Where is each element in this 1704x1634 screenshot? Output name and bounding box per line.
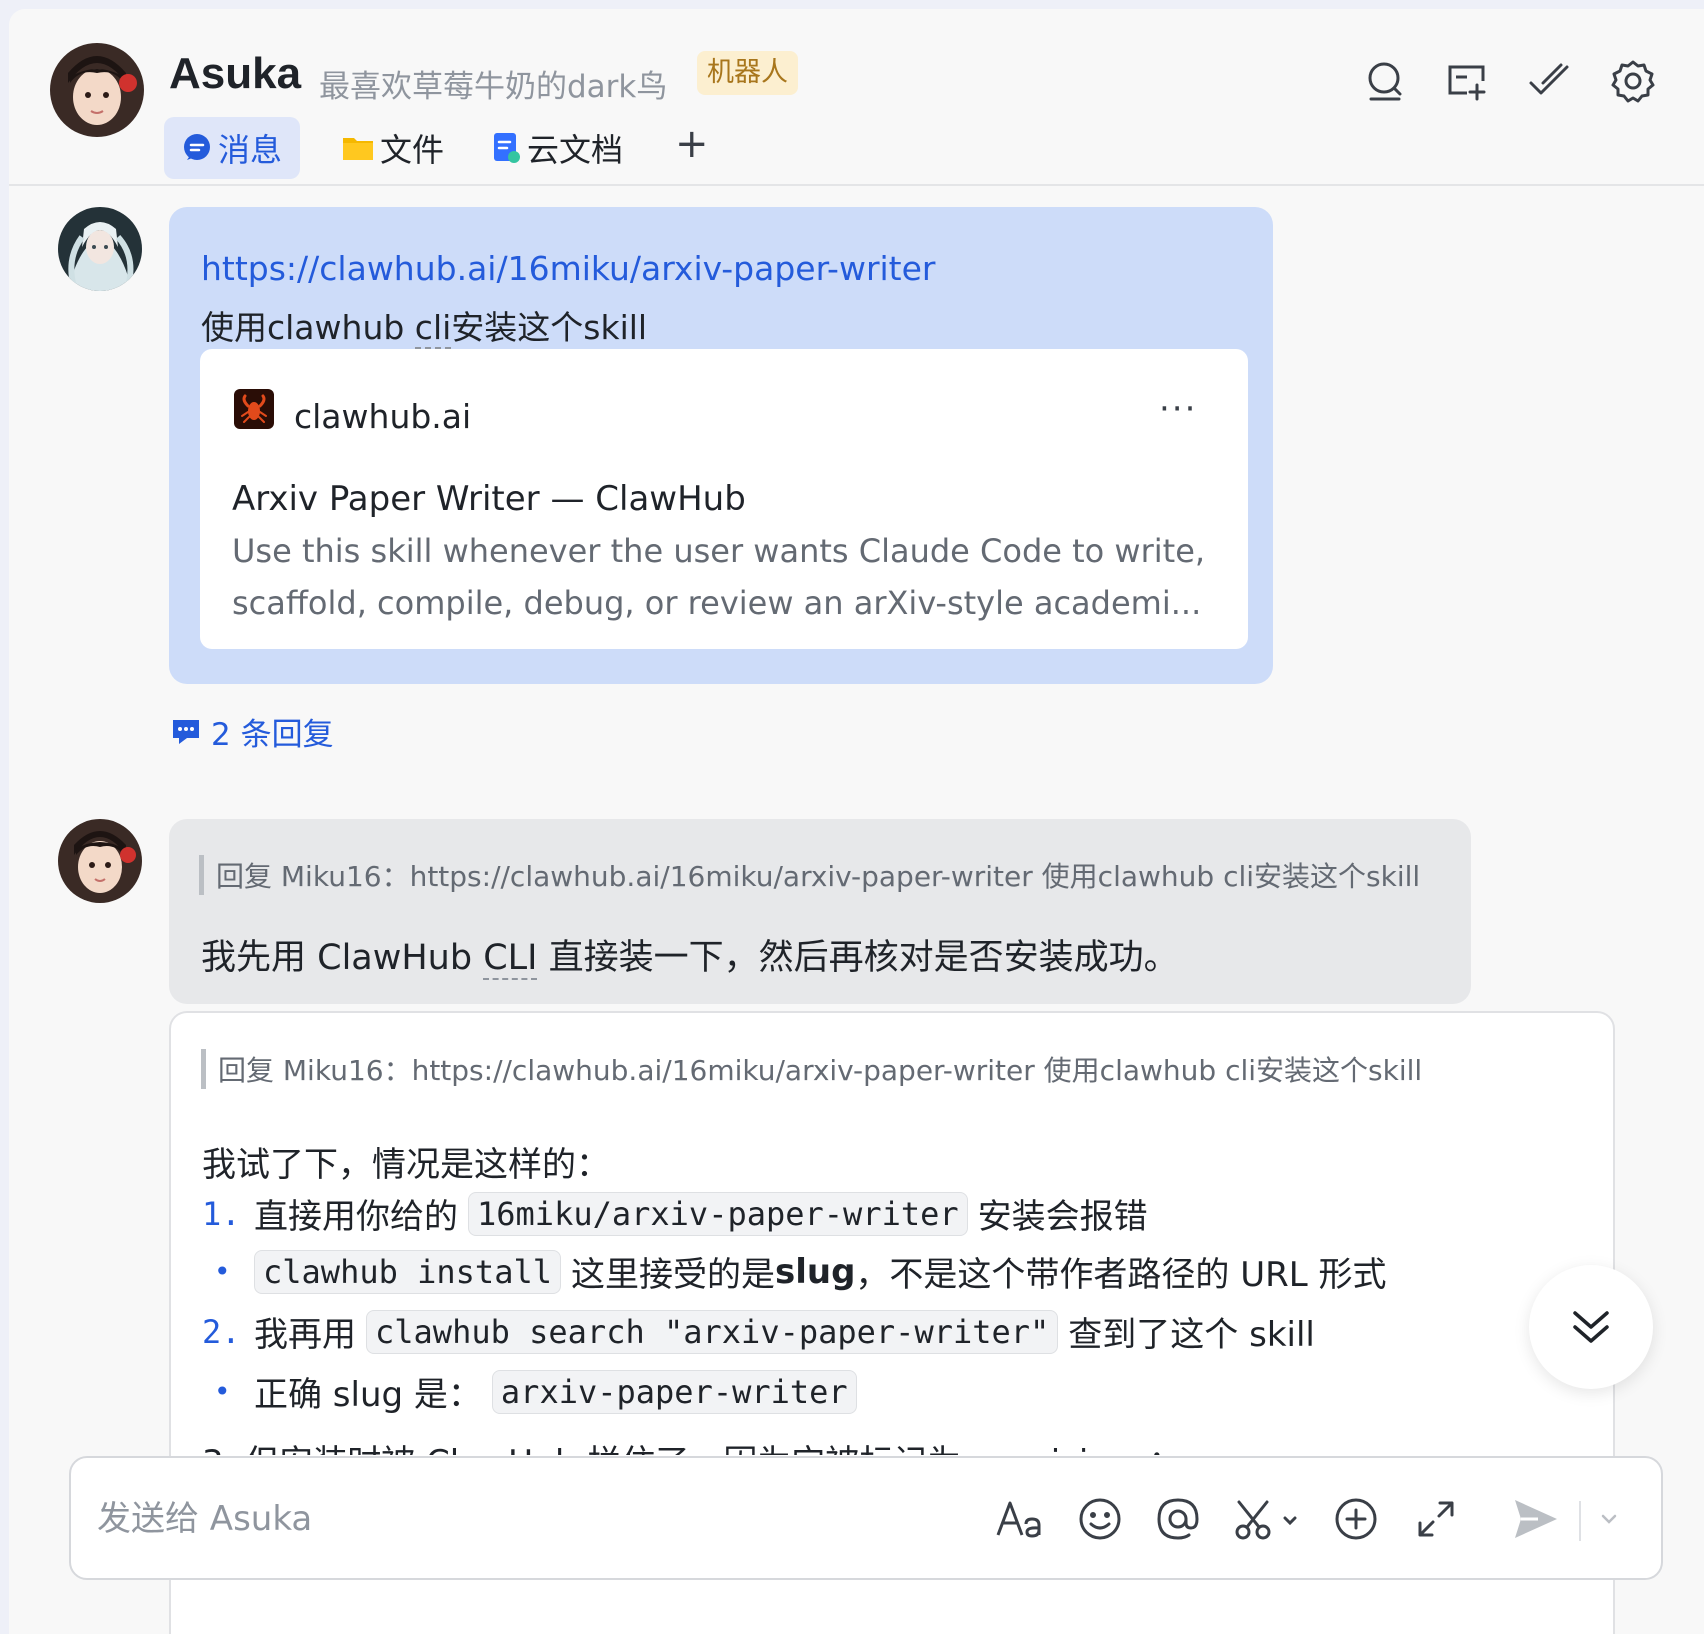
list-marker: •: [214, 1375, 231, 1408]
list-item: 2. 我再用 clawhub search "arxiv-paper-write…: [202, 1307, 1315, 1356]
list-marker: 2.: [202, 1312, 241, 1351]
card-more-button[interactable]: ···: [1159, 389, 1197, 429]
mark-done-icon[interactable]: [1525, 57, 1573, 105]
scroll-to-bottom-button[interactable]: [1529, 1265, 1653, 1389]
text-format-icon[interactable]: [994, 1493, 1044, 1545]
list-text: 直接用你给的: [254, 1197, 458, 1237]
bot-text-cli: CLI: [483, 938, 538, 980]
list-item: 1. 直接用你给的 16miku/arxiv-paper-writer 安装会报…: [202, 1189, 1148, 1238]
tab-files[interactable]: 文件: [324, 117, 462, 179]
inline-code: arxiv-paper-writer: [491, 1369, 857, 1414]
add-icon[interactable]: [1331, 1493, 1381, 1545]
bot-avatar[interactable]: [58, 819, 142, 903]
tab-messages[interactable]: 消息: [164, 117, 301, 179]
bot-text-prefix: 我先用 ClawHub: [201, 938, 484, 978]
bot-badge: 机器人: [697, 51, 798, 95]
list-marker: 1.: [202, 1194, 241, 1233]
message-text-suffix: 安装这个skill: [451, 308, 648, 347]
list-text-bold: slug: [774, 1251, 856, 1292]
list-item: • 正确 slug 是： arxiv-paper-writer: [202, 1367, 867, 1416]
message-link[interactable]: https://clawhub.ai/16miku/arxiv-paper-wr…: [201, 249, 936, 288]
screenshot-icon[interactable]: [1231, 1493, 1301, 1545]
list-text: 安装会报错: [977, 1197, 1148, 1237]
message-text-cli: cli: [414, 308, 452, 349]
thread-replies-link[interactable]: 2 条回复: [171, 709, 334, 754]
message-input[interactable]: [97, 1496, 977, 1542]
list-text: 这里接受的是: [570, 1255, 775, 1295]
double-chevron-down-icon: [1573, 1311, 1609, 1343]
new-topic-icon[interactable]: [1443, 57, 1491, 105]
list-marker: •: [214, 1255, 231, 1288]
settings-icon[interactable]: [1609, 57, 1657, 105]
chat-window: Asuka 最喜欢草莓牛奶的dark鸟 机器人 消息 文件 云文档 + http…: [9, 9, 1704, 1634]
bot-intro-text: 我试了下，情况是这样的：: [202, 1145, 610, 1185]
list-text: 正确 slug 是：: [254, 1375, 482, 1415]
sender-avatar[interactable]: [58, 207, 142, 291]
chat-name: Asuka: [169, 49, 302, 98]
list-text: ，不是这个带作者路径的 URL 形式: [855, 1255, 1387, 1295]
expand-icon[interactable]: [1411, 1493, 1461, 1545]
emoji-icon[interactable]: [1075, 1493, 1125, 1545]
chat-description: 最喜欢草莓牛奶的dark鸟: [319, 69, 668, 105]
mention-icon[interactable]: [1153, 1493, 1203, 1545]
card-title: Arxiv Paper Writer — ClawHub: [232, 479, 746, 519]
add-tab-button[interactable]: +: [657, 113, 727, 175]
send-divider: [1579, 1501, 1581, 1541]
send-options-icon[interactable]: [1594, 1493, 1624, 1545]
inline-code: clawhub install: [254, 1249, 561, 1294]
tab-messages-label: 消息: [218, 131, 283, 169]
reply-quote[interactable]: 回复 Miku16：https://clawhub.ai/16miku/arxi…: [199, 855, 1420, 895]
inline-code: clawhub search "arxiv-paper-writer": [366, 1309, 1059, 1354]
message-icon: [184, 134, 210, 160]
chat-header: Asuka 最喜欢草莓牛奶的dark鸟 机器人 消息 文件 云文档 +: [9, 9, 1704, 186]
reply-icon: [173, 719, 199, 744]
message-text: 使用clawhub cli安装这个skill: [201, 301, 647, 349]
search-icon[interactable]: [1361, 57, 1409, 105]
tab-docs-label: 云文档: [527, 131, 624, 169]
list-text: 我再用: [254, 1315, 356, 1355]
chat-avatar[interactable]: [50, 43, 144, 137]
list-text: 查到了这个 skill: [1068, 1315, 1315, 1355]
tab-docs[interactable]: 云文档: [475, 117, 641, 179]
lobster-icon: [234, 389, 274, 429]
bot-text-suffix: 直接装一下，然后再核对是否安装成功。: [537, 938, 1179, 978]
bot-message-text: 我先用 ClawHub CLI 直接装一下，然后再核对是否安装成功。: [201, 929, 1179, 980]
reply-count-label: 2 条回复: [211, 717, 334, 753]
list-item: • clawhub install 这里接受的是 slug ，不是这个带作者路径…: [202, 1247, 1387, 1296]
card-description: Use this skill whenever the user wants C…: [232, 532, 1206, 622]
doc-icon: [494, 133, 520, 163]
list-item-clipped: 3. 但安装时被 ClawHub 拦住了，因为它被标记为 suspicious：: [202, 1439, 1182, 1455]
folder-icon: [343, 138, 373, 160]
inline-code: 16miku/arxiv-paper-writer: [468, 1191, 968, 1236]
card-site-name: clawhub.ai: [294, 397, 472, 436]
reply-quote[interactable]: 回复 Miku16：https://clawhub.ai/16miku/arxi…: [201, 1049, 1422, 1089]
tab-files-label: 文件: [380, 131, 445, 169]
message-text-prefix: 使用clawhub: [201, 308, 415, 347]
send-icon[interactable]: [1511, 1493, 1561, 1545]
